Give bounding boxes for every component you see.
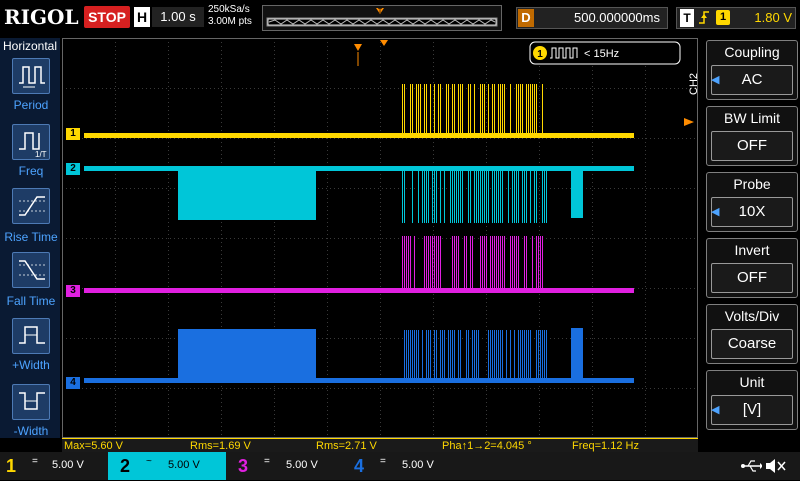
volts-div-title: Volts/Div xyxy=(724,308,780,324)
ch2-offset-marker[interactable]: 2 xyxy=(66,163,80,175)
fall-time-label: Fall Time xyxy=(6,294,56,308)
period-label: Period xyxy=(13,98,49,112)
usb-icon xyxy=(740,458,763,474)
unit-arrow-icon: ◀ xyxy=(711,404,720,416)
delay-value: 500.000000ms xyxy=(573,10,660,25)
timebase-value[interactable]: 1.00 s xyxy=(152,7,204,27)
measurement-item[interactable]: Max=5.60 V xyxy=(62,438,188,452)
measurement-item[interactable]: Pha↑1→2=4.045 ° xyxy=(440,438,570,452)
bw-limit-title: BW Limit xyxy=(724,110,780,126)
ch1-offset-marker[interactable]: 1 xyxy=(66,128,80,140)
plus-width-icon xyxy=(19,326,45,344)
delay-label: D xyxy=(518,9,534,27)
minus-width-icon xyxy=(19,392,45,410)
bw-limit-value: OFF xyxy=(711,131,793,161)
freq-icon: 1/T xyxy=(19,132,47,159)
ch3-scale[interactable]: 5.00 V xyxy=(286,458,318,472)
measurement-item[interactable]: Rms=2.71 V xyxy=(314,438,440,452)
acquisition-info: 250kSa/s 3.00M pts xyxy=(208,4,262,28)
trigger-source-badge: 1 xyxy=(716,10,730,25)
frequency-counter-value: < 15Hz xyxy=(584,48,619,60)
svg-text:1: 1 xyxy=(537,49,543,60)
run-stop-indicator[interactable]: STOP xyxy=(84,6,130,28)
memory-position-bar[interactable]: T xyxy=(262,5,502,31)
memory-depth: 3.00M pts xyxy=(208,16,252,27)
period-button[interactable] xyxy=(12,58,50,94)
freq-button[interactable]: 1/T xyxy=(12,124,50,160)
unit-value: [V] xyxy=(711,395,793,425)
measurement-item[interactable]: Freq=1.12 Hz xyxy=(570,438,698,452)
trigger-mode-badge: T xyxy=(680,9,694,27)
minus-width-label: -Width xyxy=(13,424,49,438)
ch2-tail-block xyxy=(571,170,583,218)
probe-menu-item[interactable]: Probe 10X ◀ xyxy=(706,172,798,232)
ch2-block xyxy=(178,170,316,220)
rise-time-button[interactable] xyxy=(12,188,50,224)
unit-menu-item[interactable]: Unit [V] ◀ xyxy=(706,370,798,430)
ch2-coupling: ~ xyxy=(146,456,152,467)
ch4-offset-marker[interactable]: 4 xyxy=(66,377,80,389)
ch4-trace xyxy=(84,378,634,383)
sound-mute-icon[interactable] xyxy=(764,456,788,476)
coupling-value: AC xyxy=(711,65,793,95)
left-menu-title: Horizontal xyxy=(2,39,58,53)
freq-label: Freq xyxy=(18,164,44,178)
fall-time-icon xyxy=(19,260,45,280)
svg-text:T: T xyxy=(378,8,383,15)
rise-time-icon xyxy=(19,196,45,216)
plus-width-button[interactable] xyxy=(12,318,50,354)
bw-limit-menu-item[interactable]: BW Limit OFF xyxy=(706,106,798,166)
coupling-menu-item[interactable]: Coupling AC ◀ xyxy=(706,40,798,100)
ch3-offset-marker[interactable]: 3 xyxy=(66,285,80,297)
coupling-arrow-icon: ◀ xyxy=(711,74,720,86)
probe-value: 10X xyxy=(711,197,793,227)
ch2-trace xyxy=(84,166,634,171)
waveform-grid: 1 < 15Hz xyxy=(62,38,698,438)
volts-div-menu-item[interactable]: Volts/Div Coarse xyxy=(706,304,798,364)
horizontal-mode-badge: H xyxy=(134,7,150,27)
rigol-logo: RIGOL xyxy=(4,5,79,29)
volts-div-value: Coarse xyxy=(711,329,793,359)
ch1-trace xyxy=(84,133,634,138)
ch3-number[interactable]: 3 xyxy=(238,454,248,478)
measurement-item[interactable]: Rms=1.69 V xyxy=(188,438,314,452)
plus-width-label: +Width xyxy=(12,358,50,372)
ch2-burst xyxy=(402,170,547,223)
ch4-number[interactable]: 4 xyxy=(354,454,364,478)
ch2-number[interactable]: 2 xyxy=(120,454,130,478)
ch4-tail-block xyxy=(571,328,583,380)
ch1-number[interactable]: 1 xyxy=(6,454,16,478)
period-icon xyxy=(19,66,45,88)
ch4-scale[interactable]: 5.00 V xyxy=(402,458,434,472)
waveform-display[interactable]: 1 < 15Hz xyxy=(62,38,698,438)
ch2-scale[interactable]: 5.00 V xyxy=(168,458,200,472)
svg-text:1/T: 1/T xyxy=(35,150,47,159)
ch1-scale[interactable]: 5.00 V xyxy=(52,458,84,472)
probe-title: Probe xyxy=(733,176,771,192)
invert-title: Invert xyxy=(734,242,770,258)
coupling-title: Coupling xyxy=(724,44,780,60)
sample-rate: 250kSa/s xyxy=(208,4,250,15)
ch4-coupling: = xyxy=(380,456,386,467)
rising-edge-icon xyxy=(698,8,710,28)
menu-channel-label: CH2 xyxy=(688,73,700,96)
ch3-trace xyxy=(84,288,634,293)
invert-value: OFF xyxy=(711,263,793,293)
rise-time-label: Rise Time xyxy=(4,230,58,244)
ch4-block xyxy=(178,329,316,379)
unit-title: Unit xyxy=(739,374,765,390)
minus-width-button[interactable] xyxy=(12,384,50,420)
ch3-coupling: = xyxy=(264,456,270,467)
trigger-level-value: 1.80 V xyxy=(754,10,792,25)
ch1-coupling: = xyxy=(32,456,38,467)
invert-menu-item[interactable]: Invert OFF xyxy=(706,238,798,298)
fall-time-button[interactable] xyxy=(12,252,50,288)
probe-arrow-icon: ◀ xyxy=(711,206,720,218)
